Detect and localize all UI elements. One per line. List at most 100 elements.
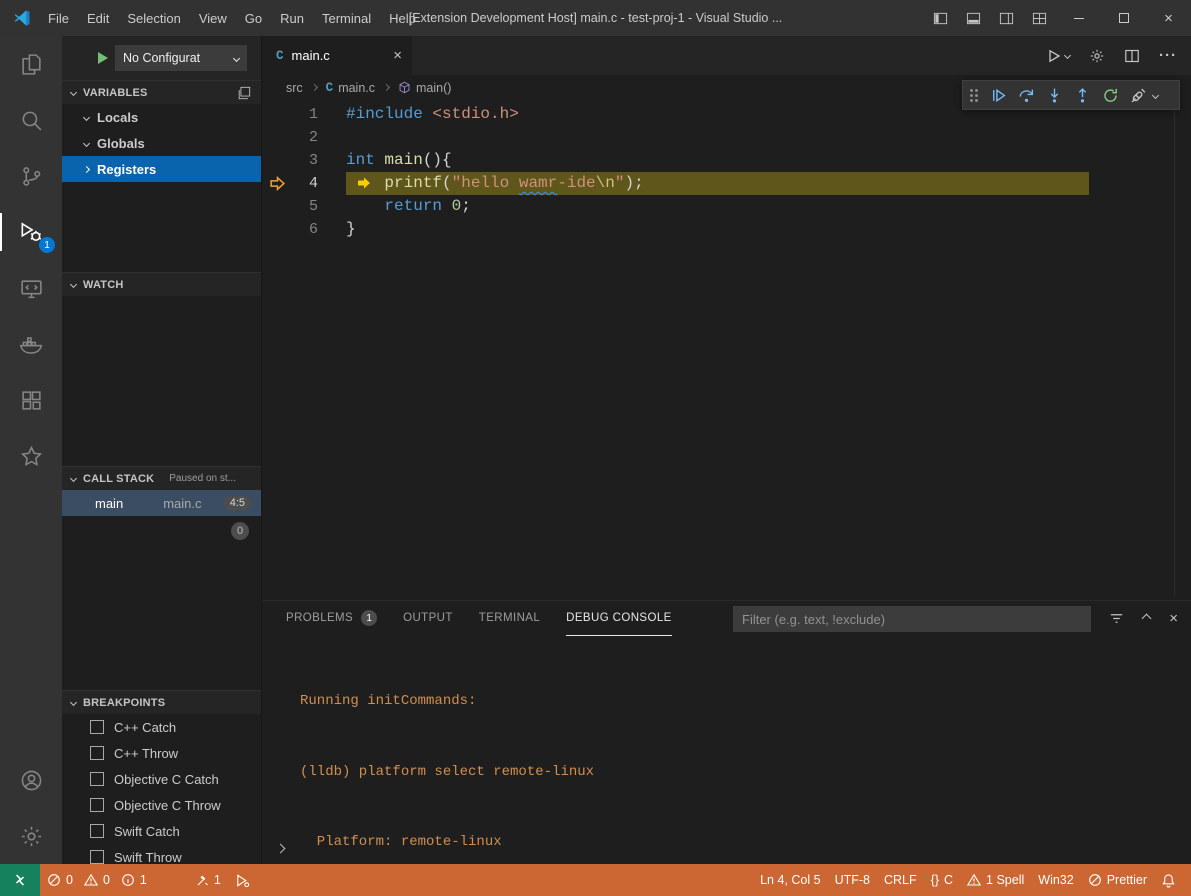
menu-go[interactable]: Go: [236, 5, 271, 31]
variables-section-header[interactable]: VARIABLES: [62, 80, 261, 104]
watch-section-header[interactable]: WATCH: [62, 272, 261, 296]
call-stack-section-body: main main.c 4:5: [62, 490, 261, 690]
more-actions-icon[interactable]: ···: [1159, 47, 1177, 64]
close-button[interactable]: ×: [1146, 0, 1191, 36]
tab-terminal[interactable]: TERMINAL: [479, 601, 540, 636]
problems-status[interactable]: 0 0 1: [40, 864, 154, 896]
step-over-button[interactable]: [1013, 82, 1039, 108]
tab-debug-console[interactable]: DEBUG CONSOLE: [566, 601, 672, 636]
maximize-button[interactable]: [1101, 0, 1146, 36]
cursor-position[interactable]: Ln 4, Col 5: [753, 864, 827, 896]
code-text[interactable]: }: [346, 218, 356, 241]
breadcrumb-main-c[interactable]: C main.c: [326, 81, 375, 95]
breakpoint-row[interactable]: C++ Throw: [62, 740, 261, 766]
eol-indicator[interactable]: CRLF: [877, 864, 924, 896]
breakpoints-section-header[interactable]: BREAKPOINTS: [62, 690, 261, 714]
collapse-all-icon[interactable]: [237, 86, 251, 100]
extensions-button[interactable]: [0, 372, 62, 428]
console-filter-input[interactable]: [733, 606, 1091, 632]
glyph-margin[interactable]: [262, 195, 292, 218]
configure-gear-button[interactable]: [1089, 48, 1105, 64]
customize-layout-icon[interactable]: [1023, 0, 1056, 36]
language-mode[interactable]: {} C: [924, 864, 960, 896]
tab-problems[interactable]: PROBLEMS 1: [286, 601, 377, 636]
call-stack-frame-row[interactable]: main main.c 4:5: [62, 490, 261, 516]
drag-handle[interactable]: [970, 89, 978, 102]
checkbox[interactable]: [90, 772, 104, 786]
code-text[interactable]: return 0;: [346, 195, 471, 218]
remote-explorer-button[interactable]: [0, 260, 62, 316]
explorer-button[interactable]: [0, 36, 62, 92]
breakpoint-row[interactable]: Objective C Catch: [62, 766, 261, 792]
breakpoint-row[interactable]: C++ Catch: [62, 714, 261, 740]
settings-button[interactable]: [0, 808, 62, 864]
breadcrumb-main-fn[interactable]: main(): [398, 81, 451, 95]
menu-run[interactable]: Run: [271, 5, 313, 31]
tab-main-c[interactable]: C main.c ×: [262, 36, 412, 75]
breakpoint-row[interactable]: Objective C Throw: [62, 792, 261, 818]
variables-item-registers[interactable]: Registers: [62, 156, 261, 182]
source-control-button[interactable]: [0, 148, 62, 204]
maximize-panel-icon[interactable]: [1142, 614, 1152, 624]
debug-status[interactable]: [228, 864, 257, 896]
glyph-margin[interactable]: [262, 149, 292, 172]
disconnect-button[interactable]: [1125, 82, 1151, 108]
encoding-indicator[interactable]: UTF-8: [828, 864, 877, 896]
checkbox[interactable]: [90, 850, 104, 864]
call-stack-section-header[interactable]: CALL STACK Paused on st...: [62, 466, 261, 490]
console-input[interactable]: [277, 839, 284, 857]
platform-indicator[interactable]: Win32: [1031, 864, 1080, 896]
notifications-bell[interactable]: [1154, 864, 1183, 896]
formatter-status[interactable]: Prettier: [1081, 864, 1154, 896]
toggle-secondary-sidebar-icon[interactable]: [990, 0, 1023, 36]
run-or-debug-button[interactable]: [1046, 48, 1070, 64]
docker-button[interactable]: [0, 316, 62, 372]
variables-item-globals[interactable]: Globals: [62, 130, 261, 156]
accounts-button[interactable]: [0, 752, 62, 808]
chevron-down-icon[interactable]: [1152, 91, 1159, 98]
error-icon: [47, 873, 61, 887]
menu-view[interactable]: View: [190, 5, 236, 31]
debug-config-dropdown[interactable]: No Configurat: [115, 45, 247, 71]
filter-icon[interactable]: [1109, 611, 1124, 626]
code-text[interactable]: printf("hello wamr-ide\n");: [346, 172, 1089, 195]
glyph-margin[interactable]: [262, 126, 292, 149]
glyph-margin[interactable]: [262, 103, 292, 126]
menu-edit[interactable]: Edit: [78, 5, 118, 31]
breakpoint-row[interactable]: Swift Throw: [62, 844, 261, 864]
breakpoint-row[interactable]: Swift Catch: [62, 818, 261, 844]
code-text[interactable]: #include <stdio.h>: [346, 103, 519, 126]
split-editor-button[interactable]: [1124, 48, 1140, 64]
code-text[interactable]: int main(){: [346, 149, 452, 172]
menu-selection[interactable]: Selection: [118, 5, 189, 31]
line-number: 4: [292, 172, 318, 195]
toggle-panel-icon[interactable]: [957, 0, 990, 36]
menu-terminal[interactable]: Terminal: [313, 5, 380, 31]
checkbox[interactable]: [90, 798, 104, 812]
checkbox[interactable]: [90, 746, 104, 760]
toggle-sidebar-icon[interactable]: [924, 0, 957, 36]
spell-checker-status[interactable]: 1 Spell: [960, 864, 1031, 896]
glyph-margin[interactable]: [262, 218, 292, 241]
remote-indicator[interactable]: [0, 864, 40, 896]
restart-button[interactable]: [1097, 82, 1123, 108]
step-into-button[interactable]: [1041, 82, 1067, 108]
checkbox[interactable]: [90, 824, 104, 838]
run-debug-button[interactable]: 1: [0, 204, 62, 260]
minimize-button[interactable]: [1056, 0, 1101, 36]
close-panel-icon[interactable]: ×: [1169, 610, 1178, 627]
star-extension-button[interactable]: [0, 428, 62, 484]
continue-button[interactable]: [985, 82, 1011, 108]
tab-output[interactable]: OUTPUT: [403, 601, 453, 636]
breakpoint-arrow-icon[interactable]: [262, 172, 292, 195]
breadcrumb-src[interactable]: src: [286, 81, 303, 95]
menu-file[interactable]: File: [39, 5, 78, 31]
code-line-current: 4 printf("hello wamr-ide\n");: [262, 172, 1191, 195]
tab-close-icon[interactable]: ×: [393, 47, 402, 64]
step-out-button[interactable]: [1069, 82, 1095, 108]
start-debug-icon[interactable]: [98, 52, 108, 64]
tools-status[interactable]: 1: [188, 864, 228, 896]
search-button[interactable]: [0, 92, 62, 148]
checkbox[interactable]: [90, 720, 104, 734]
variables-item-locals[interactable]: Locals: [62, 104, 261, 130]
